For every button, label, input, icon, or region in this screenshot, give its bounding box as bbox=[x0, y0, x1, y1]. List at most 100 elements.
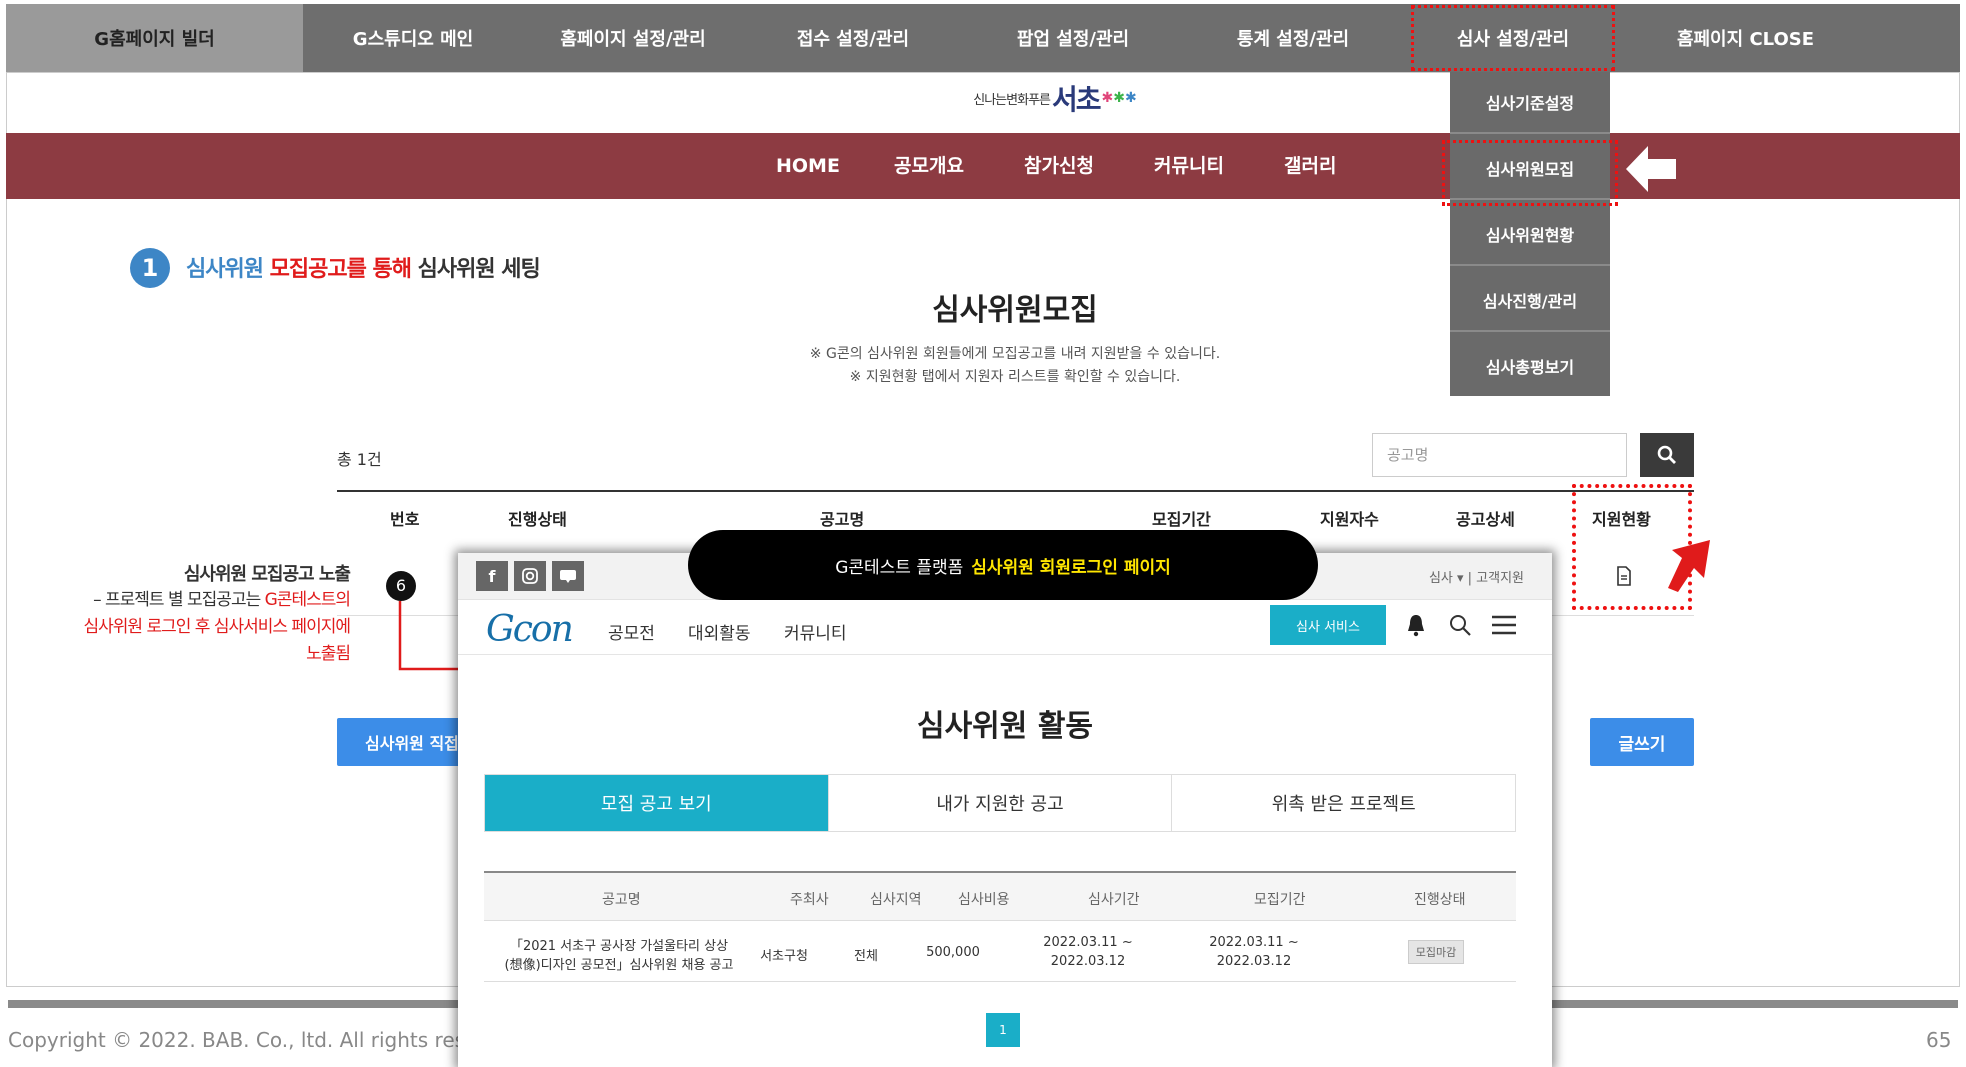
caption-highlight: 심사위원 회원로그인 페이지 bbox=[971, 557, 1171, 578]
col-number: 번호 bbox=[390, 510, 420, 529]
tab-commissioned-projects[interactable]: 위촉 받은 프로젝트 bbox=[1172, 775, 1515, 831]
gcon-judge-page-screenshot: f 심사 ▾ | 고객지원 Gcon 공모전 대외활동 커뮤니티 심사 서비스 … bbox=[458, 553, 1552, 1067]
search-button[interactable] bbox=[1640, 433, 1694, 477]
nav-gallery[interactable]: 갤러리 bbox=[1284, 133, 1336, 199]
gcon-row-fee: 500,000 bbox=[926, 945, 980, 960]
search-icon bbox=[1657, 445, 1676, 464]
topbar-reception-settings[interactable]: 접수 설정/관리 bbox=[743, 4, 963, 72]
copyright-text: Copyright © 2022. BAB. Co., ltd. All rig… bbox=[8, 1028, 529, 1052]
col-applicants: 지원자수 bbox=[1320, 510, 1379, 529]
judge-direct-button[interactable]: 심사위원 직접 bbox=[337, 718, 462, 766]
annotation-line1-dark: – 프로젝트 별 모집공고는 bbox=[93, 590, 265, 610]
logo-slogan: 신나는변화푸른 bbox=[973, 92, 1051, 108]
gcon-nav-activities[interactable]: 대외활동 bbox=[688, 619, 751, 644]
step-1-badge: 1 bbox=[130, 248, 170, 288]
gcon-col-judging-period: 심사기간 bbox=[1088, 892, 1140, 908]
gcon-nav-contest[interactable]: 공모전 bbox=[608, 619, 655, 644]
gcon-row-judging-end: 2022.03.12 bbox=[1050, 954, 1126, 969]
gcon-utility-links[interactable]: 심사 ▾ | 고객지원 bbox=[1429, 567, 1524, 586]
step-1-part2: 모집공고를 통해 bbox=[269, 257, 412, 282]
menu-judging-progress[interactable]: 심사진행/관리 bbox=[1450, 272, 1610, 332]
annotation-line2: 심사위원 로그인 후 심사서비스 페이지에 bbox=[83, 617, 351, 637]
nav-community[interactable]: 커뮤니티 bbox=[1154, 133, 1224, 199]
annotation-description: – 프로젝트 별 모집공고는 G콘테스트의 심사위원 로그인 후 심사서비스 페… bbox=[40, 587, 352, 668]
selected-menu-highlight bbox=[1442, 140, 1618, 206]
pointer-arrow-icon bbox=[1626, 146, 1676, 192]
gcon-row-title-line2[interactable]: (想像)디자인 공모전」심사위원 채용 공고 bbox=[484, 954, 754, 973]
gcon-page-title: 심사위원 활동 bbox=[916, 709, 1094, 744]
topbar-gstudio-main[interactable]: G스튜디오 메인 bbox=[303, 4, 523, 72]
gcon-header-divider bbox=[458, 654, 1552, 655]
write-button[interactable]: 글쓰기 bbox=[1590, 718, 1694, 766]
notice-line-2: ※ 지원현황 탭에서 지원자 리스트를 확인할 수 있습니다. bbox=[849, 369, 1181, 385]
bell-icon[interactable] bbox=[1404, 613, 1428, 637]
topbar-homepage-settings[interactable]: 홈페이지 설정/관리 bbox=[523, 4, 743, 72]
gcon-pagination-1[interactable]: 1 bbox=[986, 1013, 1020, 1047]
topbar-stats-settings[interactable]: 통계 설정/관리 bbox=[1183, 4, 1403, 72]
nav-overview[interactable]: 공모개요 bbox=[894, 133, 964, 199]
nav-home[interactable]: HOME bbox=[776, 133, 840, 199]
facebook-icon[interactable]: f bbox=[476, 561, 508, 591]
slide-page-number: 65 bbox=[1926, 1028, 1952, 1052]
judging-dropdown-menu: 심사기준설정 심사위원모집 심사위원현황 심사진행/관리 심사총평보기 bbox=[1450, 72, 1610, 396]
gcon-row-host: 서초구청 bbox=[760, 949, 808, 964]
gcon-col-recruit-period: 모집기간 bbox=[1254, 892, 1306, 908]
gcon-col-fee: 심사비용 bbox=[958, 892, 1010, 908]
topbar-homepage-close[interactable]: 홈페이지 CLOSE bbox=[1623, 4, 1868, 72]
instagram-glyph-icon bbox=[522, 568, 538, 584]
gcon-col-status: 진행상태 bbox=[1414, 892, 1466, 908]
instagram-icon[interactable] bbox=[514, 561, 546, 591]
gcon-row-judging-start: 2022.03.11 ~ bbox=[1043, 935, 1133, 950]
judge-service-button[interactable]: 심사 서비스 bbox=[1270, 605, 1386, 645]
topbar-popup-settings[interactable]: 팝업 설정/관리 bbox=[963, 4, 1183, 72]
col-status: 진행상태 bbox=[508, 510, 567, 529]
gcon-logo[interactable]: Gcon bbox=[486, 609, 574, 650]
gcon-search-icon[interactable] bbox=[1448, 613, 1472, 637]
gcon-col-region: 심사지역 bbox=[870, 892, 922, 908]
col-title: 공고명 bbox=[820, 510, 865, 529]
topbar-judging-settings[interactable]: 심사 설정/관리 bbox=[1410, 4, 1616, 72]
gcon-status-badge: 모집마감 bbox=[1408, 940, 1464, 964]
col-detail: 공고상세 bbox=[1456, 510, 1515, 529]
gcon-tab-bar: 모집 공고 보기 내가 지원한 공고 위촉 받은 프로젝트 bbox=[484, 774, 1516, 832]
annotation-line3: 노출됨 bbox=[306, 644, 351, 664]
red-arrow-icon bbox=[1668, 540, 1710, 592]
gcon-row-recruit-end: 2022.03.12 bbox=[1216, 954, 1292, 969]
col-period: 모집기간 bbox=[1152, 510, 1211, 529]
step-1-part1: 심사위원 bbox=[186, 257, 264, 282]
document-icon[interactable] bbox=[1616, 566, 1632, 586]
page-title: 심사위원모집 bbox=[932, 293, 1098, 328]
step-6-badge: 6 bbox=[386, 571, 416, 601]
notice-line-1: ※ G콘의 심사위원 회원들에게 모집공고를 내려 지원받을 수 있습니다. bbox=[809, 346, 1221, 362]
gcon-row-divider bbox=[484, 981, 1516, 982]
logo-name: 서초 bbox=[1052, 83, 1102, 116]
step-1-part3: 심사위원 세팅 bbox=[417, 257, 541, 282]
gcon-row-region: 전체 bbox=[854, 949, 878, 964]
hamburger-menu-icon[interactable] bbox=[1490, 613, 1518, 637]
gcon-row-recruit-start: 2022.03.11 ~ bbox=[1209, 935, 1299, 950]
gcon-col-title: 공고명 bbox=[602, 892, 641, 908]
logo-star-icon: ✱✱✱ bbox=[1101, 90, 1137, 106]
annotation-line1-red: G콘테스트의 bbox=[264, 590, 351, 610]
nav-apply[interactable]: 참가신청 bbox=[1024, 133, 1094, 199]
topbar-gbuilder[interactable]: G홈페이지 빌더 bbox=[6, 4, 303, 72]
menu-judge-status[interactable]: 심사위원현황 bbox=[1450, 206, 1610, 266]
gcon-table-header: 공고명 주최사 심사지역 심사비용 심사기간 모집기간 진행상태 bbox=[484, 871, 1516, 921]
blog-glyph-icon bbox=[560, 570, 576, 583]
search-input[interactable] bbox=[1372, 433, 1627, 477]
tab-my-applications[interactable]: 내가 지원한 공고 bbox=[829, 775, 1173, 831]
menu-judging-criteria[interactable]: 심사기준설정 bbox=[1450, 74, 1610, 134]
gcon-col-host: 주최사 bbox=[790, 892, 829, 908]
builder-top-bar: G홈페이지 빌더 G스튜디오 메인 홈페이지 설정/관리 접수 설정/관리 팝업… bbox=[6, 4, 1960, 72]
caption-prefix: G콘테스트 플랫폼 bbox=[835, 557, 964, 578]
site-logo[interactable]: 신나는변화푸른 서초 ✱✱✱ bbox=[960, 80, 1150, 116]
tab-recruit-notices[interactable]: 모집 공고 보기 bbox=[485, 775, 829, 831]
gcon-row-title-line1[interactable]: 「2021 서초구 공사장 가설울타리 상상 bbox=[484, 935, 754, 954]
total-count: 총 1건 bbox=[337, 450, 382, 469]
blog-icon[interactable] bbox=[552, 561, 584, 591]
gcon-nav-community[interactable]: 커뮤니티 bbox=[784, 619, 847, 644]
table-top-border bbox=[337, 490, 1694, 492]
step-1-heading: 심사위원 모집공고를 통해 심사위원 세팅 bbox=[186, 251, 541, 283]
overlay-caption-pill: G콘테스트 플랫폼 심사위원 회원로그인 페이지 bbox=[688, 530, 1318, 600]
menu-judging-review[interactable]: 심사총평보기 bbox=[1450, 338, 1610, 398]
